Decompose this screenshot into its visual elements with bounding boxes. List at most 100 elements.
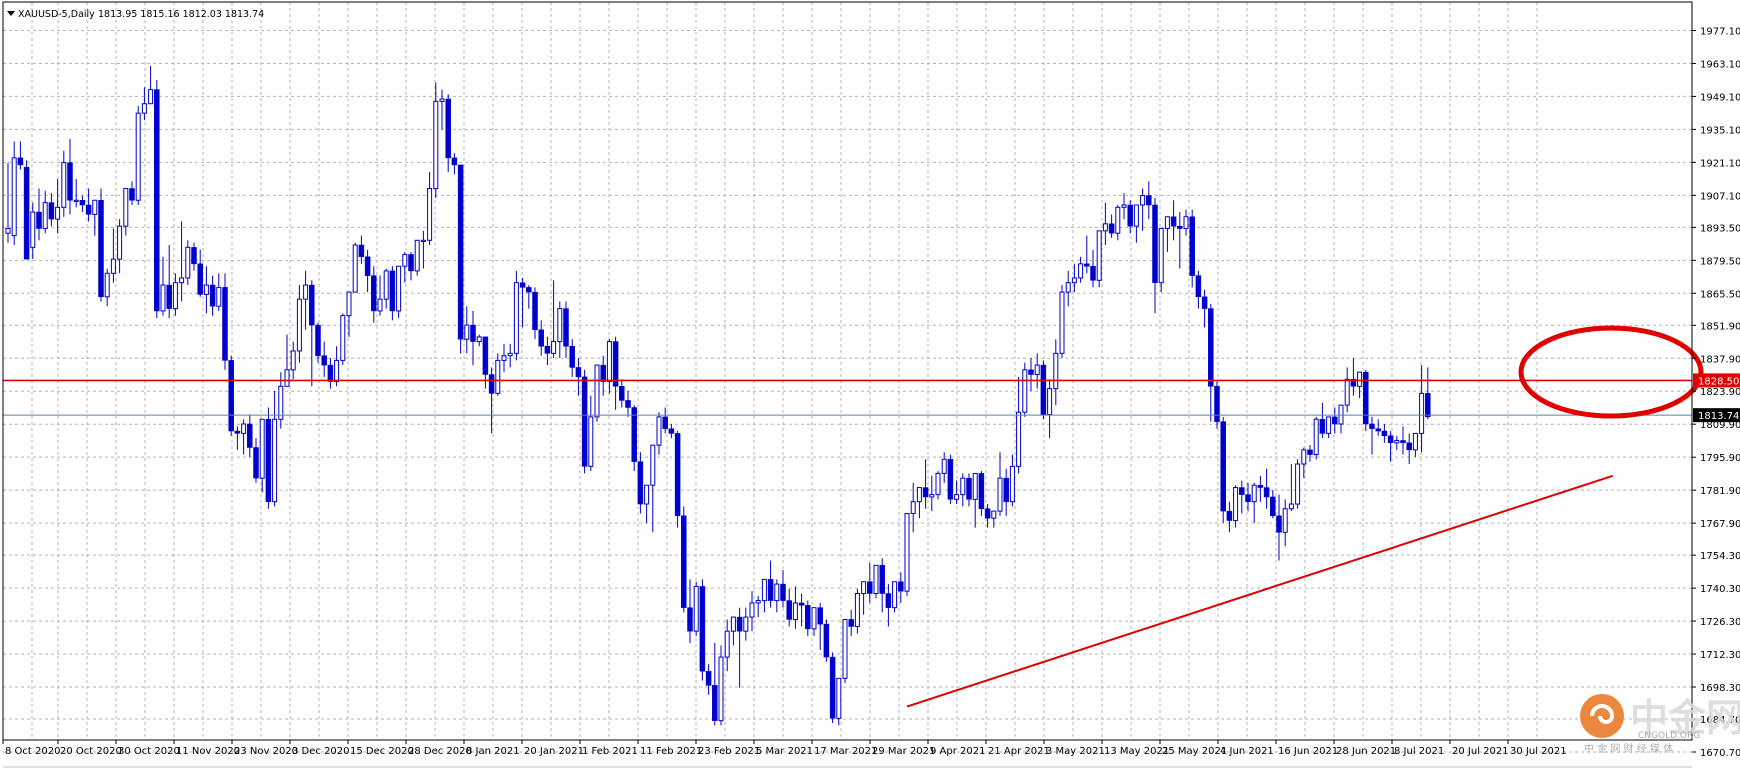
candle-body xyxy=(148,89,154,105)
candle-body xyxy=(1326,416,1332,434)
candle-body xyxy=(427,187,433,241)
candle-body xyxy=(185,246,191,279)
candle-body xyxy=(736,616,743,632)
candle-body xyxy=(774,583,780,602)
candle-body xyxy=(1406,442,1412,451)
candle-body xyxy=(259,418,265,479)
candle-body xyxy=(984,508,991,519)
candle xyxy=(1189,209,1195,288)
x-tick-label: 20 Jan 2021 xyxy=(524,746,584,757)
candle xyxy=(718,645,724,726)
candle-body xyxy=(910,501,916,514)
candle-body xyxy=(811,607,817,630)
candle-body xyxy=(172,282,178,310)
y-tick-label: 1767.90 xyxy=(1700,519,1740,530)
candle xyxy=(842,618,848,684)
candle-body xyxy=(644,484,650,505)
candle-body xyxy=(272,418,278,503)
candle-body xyxy=(526,287,532,293)
candle-body xyxy=(1133,204,1139,227)
candle xyxy=(1022,362,1028,417)
candle xyxy=(681,506,687,613)
candle xyxy=(457,164,464,354)
candle-body xyxy=(209,284,216,307)
x-tick-label: 28 Jun 2021 xyxy=(1336,746,1396,757)
candle-body xyxy=(36,211,42,229)
candle-body xyxy=(1394,439,1400,444)
candle-body xyxy=(1282,508,1288,533)
candle-body xyxy=(389,270,396,312)
candle-body xyxy=(1183,216,1189,230)
candle-body xyxy=(693,585,699,632)
x-tick-label: 9 Apr 2021 xyxy=(930,746,985,757)
resistance-price-badge: 1828.50 xyxy=(1693,373,1740,388)
candle-body xyxy=(1226,510,1233,521)
candle-body xyxy=(30,211,36,248)
candle-body xyxy=(997,477,1003,512)
candle-body xyxy=(507,352,513,357)
candle-body xyxy=(724,630,730,658)
x-tick-label: 4 Jun 2021 xyxy=(1220,746,1274,757)
candle-body xyxy=(278,385,284,420)
candle-body xyxy=(594,364,600,418)
candle-body xyxy=(1053,352,1059,390)
candle-body xyxy=(519,282,526,288)
candle xyxy=(1040,360,1047,420)
candle-body xyxy=(1381,430,1388,436)
x-tick-label: 23 Nov 2020 xyxy=(234,746,298,757)
candle-body xyxy=(581,376,588,467)
candle-body xyxy=(1375,428,1381,432)
candle-body xyxy=(935,472,941,496)
candle-body xyxy=(327,364,334,382)
candle-body xyxy=(885,593,892,608)
candle-body xyxy=(637,461,644,505)
candle-body xyxy=(699,586,706,672)
candle-body xyxy=(414,239,420,272)
candle-body xyxy=(1152,204,1158,283)
candle-body xyxy=(1301,449,1307,465)
x-tick-label: 11 Feb 2021 xyxy=(640,746,702,757)
candle-body xyxy=(234,430,241,434)
candle xyxy=(1059,285,1065,359)
candle-body xyxy=(203,284,209,295)
candle-body xyxy=(11,157,17,237)
x-tick-label: 3 May 2021 xyxy=(1046,746,1105,757)
candle-body xyxy=(1040,364,1047,415)
candle-body xyxy=(110,258,116,274)
candle-body xyxy=(743,616,749,632)
candle-body xyxy=(674,433,681,517)
candle-body xyxy=(98,200,104,298)
candle-body xyxy=(340,315,346,361)
candlestick-chart[interactable]: 1977.10 1963.10 1949.10 1935.10 1921.10 1907.… xyxy=(0,0,1740,769)
symbol-label: XAUUSD-5,Daily xyxy=(18,9,95,20)
candle-body xyxy=(439,98,445,102)
candle-body xyxy=(495,359,501,394)
candle xyxy=(98,188,104,302)
candle-body xyxy=(191,247,197,265)
candle xyxy=(352,242,358,293)
candle-body xyxy=(575,367,582,378)
x-tick-label: 8 Jan 2021 xyxy=(466,746,520,757)
candle xyxy=(693,581,699,636)
candle-body xyxy=(1034,364,1040,376)
y-tick-label: 1781.90 xyxy=(1700,486,1740,497)
candle-body xyxy=(966,477,972,500)
candle-body xyxy=(792,602,798,620)
candle xyxy=(581,369,588,474)
candle-body xyxy=(135,112,141,201)
x-tick-label: 25 May 2021 xyxy=(1162,746,1227,757)
candle-body xyxy=(197,263,203,295)
candle-body xyxy=(129,188,135,201)
candle-body xyxy=(1170,216,1177,227)
candle-body xyxy=(656,416,662,446)
current-price-badge: 1813.74 xyxy=(1693,408,1740,423)
y-tick-label: 1740.30 xyxy=(1700,584,1740,595)
y-tick-label: 1893.50 xyxy=(1700,223,1740,234)
candle xyxy=(1363,369,1369,432)
candle-body xyxy=(929,494,935,498)
candle-body xyxy=(1369,423,1375,429)
candle-body xyxy=(67,162,73,201)
candle-body xyxy=(780,583,786,601)
candle xyxy=(1096,230,1102,288)
candle-body xyxy=(1028,369,1034,375)
